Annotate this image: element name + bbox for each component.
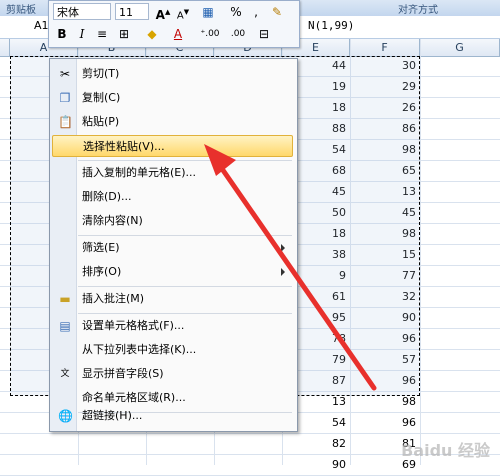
menu-item-label: 显示拼音字段(S) xyxy=(82,367,164,380)
font-size-box[interactable]: 11 xyxy=(115,3,149,20)
align-center-button[interactable]: ≡ xyxy=(95,25,109,43)
menu-item-cut[interactable]: ✂ 剪切(T) xyxy=(52,63,293,85)
menu-item-label: 从下拉列表中选择(K)... xyxy=(82,343,197,356)
font-name-box[interactable]: 宋体 xyxy=(53,3,111,20)
menu-item-copy[interactable]: ❐ 复制(C) xyxy=(52,87,293,109)
fill-color-icon[interactable]: ◆ xyxy=(143,25,161,43)
formula-input[interactable]: N(1,99) xyxy=(308,19,354,32)
grow-font-button[interactable]: A▲ xyxy=(155,3,171,22)
column-header-g[interactable]: G xyxy=(420,39,500,56)
menu-item-label: 超链接(H)... xyxy=(82,409,143,422)
submenu-arrow-icon xyxy=(281,244,285,252)
merge-cells-icon[interactable]: ⊟ xyxy=(255,25,273,43)
menu-item-label: 删除(D)... xyxy=(82,190,132,203)
cell-e[interactable]: 82 xyxy=(282,434,350,454)
menu-item-label: 排序(O) xyxy=(82,265,122,278)
menu-item-format-cells[interactable]: ▤ 设置单元格格式(F)... xyxy=(52,315,293,337)
menu-item-label: 复制(C) xyxy=(82,91,121,104)
menu-item-insert-comment[interactable]: ▬ 插入批注(M) xyxy=(52,288,293,310)
menu-item-hyperlink[interactable]: 🌐 超链接(H)... xyxy=(52,405,293,427)
menu-item-insert-copied-cells[interactable]: 插入复制的单元格(E)... xyxy=(52,162,293,184)
format-painter-icon[interactable]: ✎ xyxy=(269,3,285,21)
menu-item-filter[interactable]: 筛选(E) xyxy=(52,237,293,259)
hyperlink-icon: 🌐 xyxy=(58,409,73,423)
copy-icon: ❐ xyxy=(59,91,71,105)
name-box[interactable]: A1 xyxy=(34,19,49,32)
paste-icon: 📋 xyxy=(58,115,73,129)
context-menu: ✂ 剪切(T) ❐ 复制(C) 📋 粘贴(P) 选择性粘贴(V)... 插入复制… xyxy=(49,58,298,432)
format-cells-icon: ▤ xyxy=(59,319,71,333)
borders-icon[interactable]: ⊞ xyxy=(115,25,133,43)
decrease-decimal-button[interactable]: .00 xyxy=(227,25,249,43)
menu-item-label: 清除内容(N) xyxy=(82,214,143,227)
menu-item-label: 选择性粘贴(V)... xyxy=(83,140,165,153)
menu-item-sort[interactable]: 排序(O) xyxy=(52,261,293,283)
menu-item-show-phonetic[interactable]: 文 显示拼音字段(S) xyxy=(52,363,293,385)
percent-button[interactable]: % xyxy=(229,3,243,21)
menu-separator xyxy=(78,235,292,236)
menu-item-delete[interactable]: 删除(D)... xyxy=(52,186,293,208)
cell-f[interactable]: 96 xyxy=(350,413,420,433)
menu-separator xyxy=(78,160,292,161)
submenu-arrow-icon xyxy=(281,268,285,276)
increase-decimal-button[interactable]: ⁺.00 xyxy=(199,25,221,43)
menu-separator xyxy=(78,313,292,314)
format-icon[interactable]: ▦ xyxy=(199,3,217,21)
menu-item-label: 设置单元格格式(F)... xyxy=(82,319,185,332)
menu-item-paste-special[interactable]: 选择性粘贴(V)... xyxy=(52,135,293,157)
shrink-font-button[interactable]: A▼ xyxy=(175,3,191,21)
menu-item-paste[interactable]: 📋 粘贴(P) xyxy=(52,111,293,133)
phonetic-icon: 文 xyxy=(60,369,70,379)
menu-item-label: 插入批注(M) xyxy=(82,292,145,305)
menu-item-label: 剪切(T) xyxy=(82,67,120,80)
watermark: Baidu 经验 xyxy=(401,441,490,460)
select-all-corner[interactable] xyxy=(0,39,10,56)
menu-item-label: 筛选(E) xyxy=(82,241,120,254)
column-header-f[interactable]: F xyxy=(350,39,420,56)
font-color-button[interactable]: A xyxy=(171,25,185,43)
menu-item-clear-contents[interactable]: 清除内容(N) xyxy=(52,210,293,232)
bold-button[interactable]: B xyxy=(55,25,69,43)
italic-button[interactable]: I xyxy=(75,25,89,43)
comma-button[interactable]: , xyxy=(249,3,263,21)
menu-item-label: 插入复制的单元格(E)... xyxy=(82,166,197,179)
menu-item-label: 粘贴(P) xyxy=(82,115,120,128)
menu-item-pick-from-list[interactable]: 从下拉列表中选择(K)... xyxy=(52,339,293,361)
ribbon-group-alignment: 对齐方式 xyxy=(398,5,438,16)
mini-toolbar: 宋体 11 A▲ A▼ ▦ % , ✎ B I ≡ ⊞ ◆ A ⁺.00 .00… xyxy=(48,0,300,48)
ribbon-group-clipboard: 剪贴板 xyxy=(6,5,36,16)
menu-separator xyxy=(78,286,292,287)
scissors-icon: ✂ xyxy=(59,67,71,81)
cell-e[interactable]: 90 xyxy=(282,455,350,475)
comment-icon: ▬ xyxy=(59,292,71,306)
